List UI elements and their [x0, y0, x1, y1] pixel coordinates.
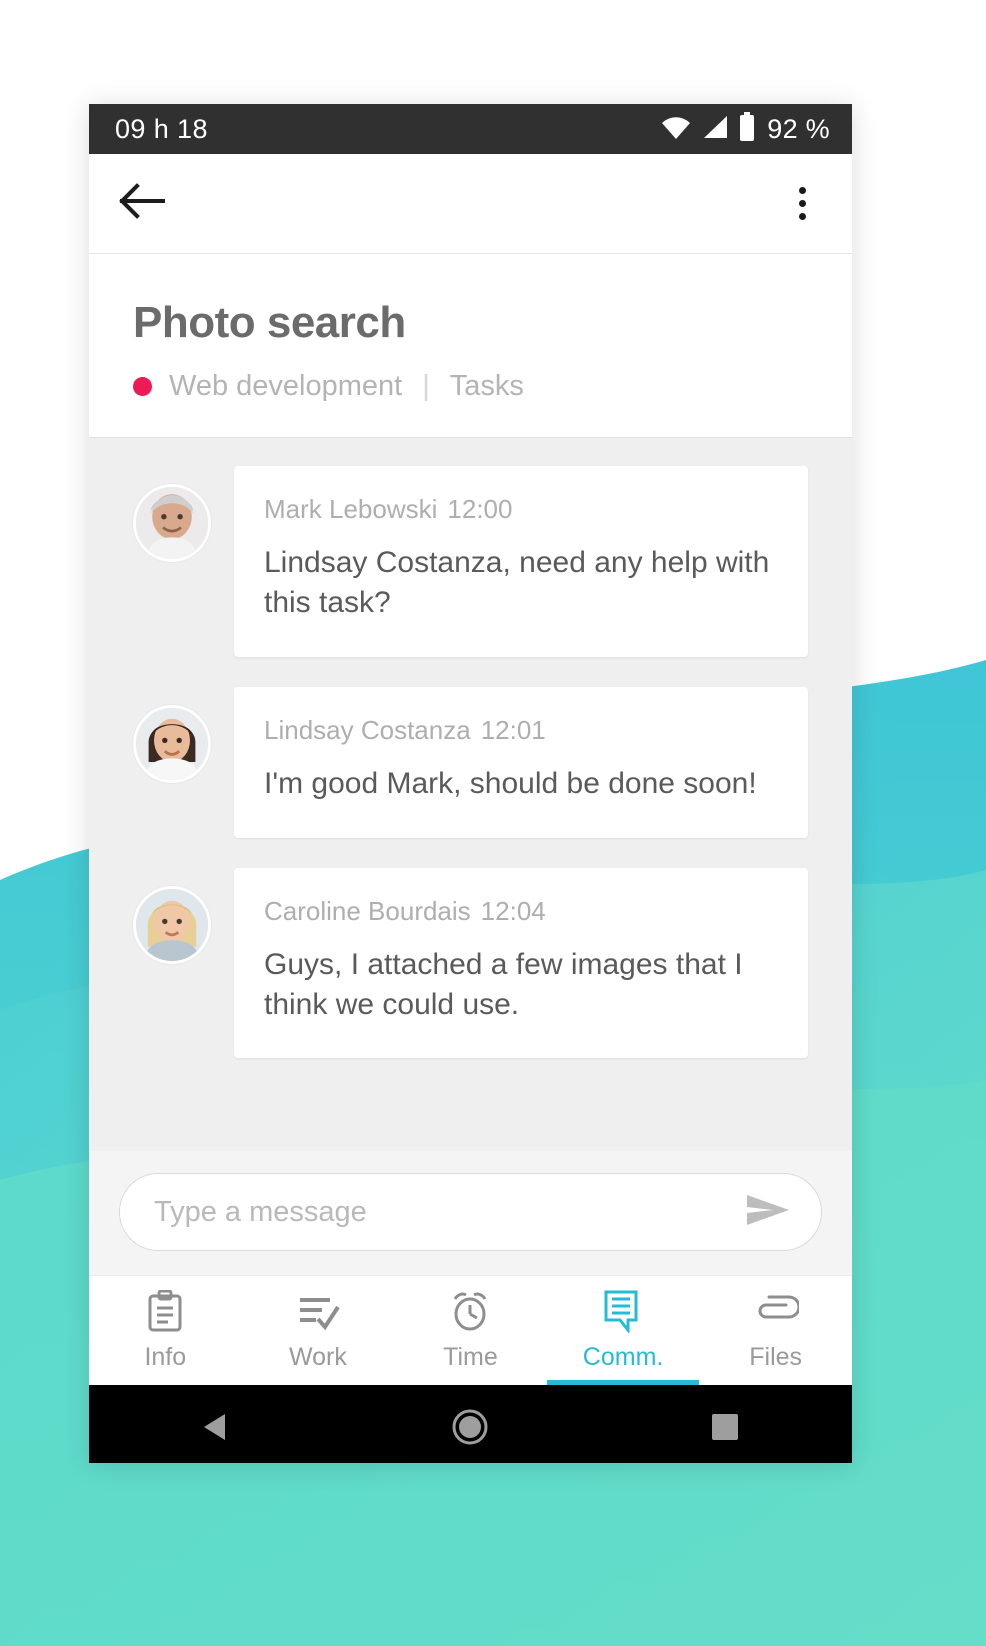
status-indicators: 92 % — [660, 111, 830, 147]
message-meta: Mark Lebowski 12:00 — [264, 494, 778, 525]
alarm-clock-icon — [449, 1290, 491, 1332]
message-bubble[interactable]: Lindsay Costanza 12:01 I'm good Mark, sho… — [234, 686, 808, 838]
nav-home-button[interactable] — [410, 1385, 530, 1463]
message-text: Guys, I attached a few images that I thi… — [264, 947, 743, 1021]
send-button[interactable] — [733, 1193, 791, 1232]
page-title: Photo search — [133, 298, 406, 347]
list-check-icon — [296, 1290, 340, 1332]
composer-field[interactable] — [119, 1173, 822, 1251]
message-item: Mark Lebowski 12:00 Lindsay Costanza, nee… — [89, 466, 852, 657]
nav-recents-button[interactable] — [665, 1385, 785, 1463]
tab-time[interactable]: Time — [394, 1276, 547, 1385]
message-input[interactable] — [154, 1195, 733, 1229]
overflow-menu-button[interactable] — [789, 179, 816, 228]
message-author: Mark Lebowski — [264, 494, 438, 524]
phone-frame: 09 h 18 92 % Photo search Web developmen… — [89, 104, 852, 1463]
clipboard-icon — [146, 1290, 184, 1332]
message-text: I'm good Mark, should be done soon! — [264, 766, 757, 800]
nav-back-icon — [199, 1410, 233, 1449]
avatar[interactable] — [133, 885, 211, 964]
task-header: Photo search Web development | Tasks — [89, 254, 852, 438]
message-item: Lindsay Costanza 12:01 I'm good Mark, sho… — [89, 686, 852, 838]
breadcrumb-project[interactable]: Web development — [169, 370, 402, 403]
status-bar: 09 h 18 92 % — [89, 104, 852, 154]
more-vertical-icon — [799, 187, 806, 194]
breadcrumb-separator: | — [422, 370, 430, 402]
signal-icon — [701, 114, 729, 145]
arrow-back-icon — [119, 183, 165, 224]
message-time: 12:01 — [480, 714, 546, 745]
battery-percent: 92 % — [767, 113, 830, 144]
message-item: Caroline Bourdais 12:04 Guys, I attached … — [89, 867, 852, 1059]
nav-home-icon — [451, 1408, 489, 1451]
tab-label: Time — [443, 1343, 498, 1371]
message-meta: Lindsay Costanza 12:01 — [264, 715, 778, 746]
tab-comm[interactable]: Comm. — [546, 1276, 700, 1385]
tab-label: Work — [288, 1343, 347, 1371]
message-bubble[interactable]: Mark Lebowski 12:00 Lindsay Costanza, nee… — [234, 466, 808, 657]
message-bubble[interactable]: Caroline Bourdais 12:04 Guys, I attached … — [234, 867, 808, 1059]
status-clock: 09 h 18 — [115, 113, 208, 144]
chat-bubble-icon — [603, 1290, 643, 1333]
bottom-tab-bar: Info Work Time Comm. Files — [89, 1275, 852, 1385]
breadcrumb: Web development | Tasks — [133, 370, 808, 403]
wifi-icon — [660, 114, 692, 145]
nav-recents-icon — [710, 1412, 740, 1447]
active-tab-indicator — [546, 1380, 700, 1385]
tab-work[interactable]: Work — [242, 1276, 395, 1385]
avatar[interactable] — [133, 704, 211, 783]
android-system-nav — [89, 1385, 852, 1463]
message-list[interactable]: Mark Lebowski 12:00 Lindsay Costanza, nee… — [89, 438, 852, 1151]
project-color-dot — [133, 377, 152, 396]
message-time: 12:00 — [447, 494, 513, 524]
breadcrumb-section[interactable]: Tasks — [450, 370, 524, 403]
paperclip-icon — [753, 1290, 799, 1332]
app-bar — [89, 154, 852, 254]
back-button[interactable] — [119, 183, 165, 224]
tab-label: Info — [144, 1343, 187, 1371]
message-author: Caroline Bourdais — [264, 895, 471, 926]
battery-icon — [738, 111, 756, 147]
more-vertical-icon — [799, 200, 806, 207]
send-icon — [745, 1193, 791, 1232]
tab-info[interactable]: Info — [89, 1276, 242, 1385]
nav-back-button[interactable] — [156, 1385, 276, 1463]
message-author: Lindsay Costanza — [264, 714, 471, 745]
tab-files[interactable]: Files — [699, 1276, 852, 1385]
message-meta: Caroline Bourdais 12:04 — [264, 896, 778, 927]
message-composer — [89, 1151, 852, 1275]
screen: 09 h 18 92 % Photo search Web developmen… — [0, 0, 986, 1646]
avatar[interactable] — [133, 484, 211, 562]
message-text: Lindsay Costanza, need any help with thi… — [264, 546, 770, 619]
message-time: 12:04 — [480, 895, 546, 926]
more-vertical-icon — [799, 213, 806, 220]
tab-label: Comm. — [582, 1343, 664, 1371]
tab-label: Files — [749, 1343, 803, 1371]
